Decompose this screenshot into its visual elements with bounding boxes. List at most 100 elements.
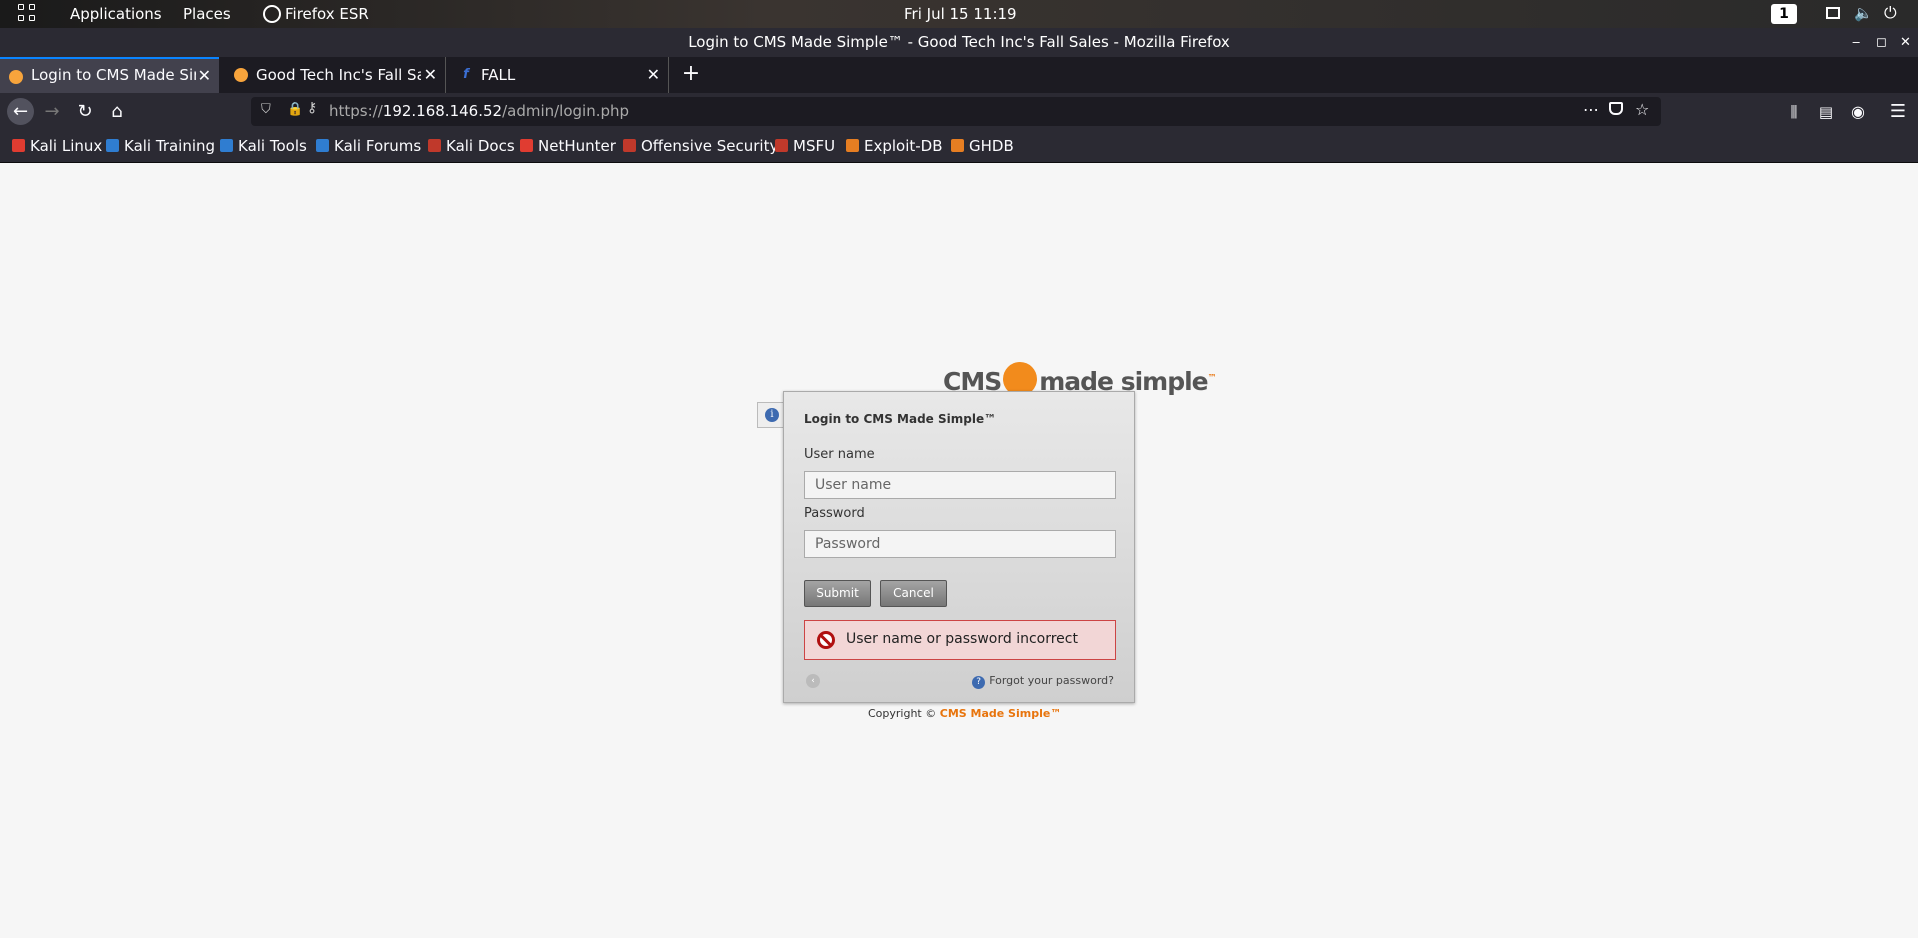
cms-favicon-icon <box>234 68 248 82</box>
power-icon[interactable]: ⏻ <box>1884 3 1897 23</box>
menu-icon[interactable]: ☰ <box>1886 100 1910 124</box>
window-titlebar: Login to CMS Made Simple™ - Good Tech In… <box>0 28 1918 57</box>
tracking-shield-icon[interactable]: ⛉ <box>261 102 271 117</box>
ghdb-icon <box>951 139 964 152</box>
forgot-password-link[interactable]: ? Forgot your password? <box>972 674 1114 689</box>
bookmark-star-icon[interactable]: ☆ <box>1635 100 1649 119</box>
bookmark-kali-training[interactable]: Kali Training <box>106 137 215 155</box>
submit-button[interactable]: Submit <box>804 580 871 607</box>
window-title: Login to CMS Made Simple™ - Good Tech In… <box>688 33 1230 51</box>
clock[interactable]: Fri Jul 15 11:19 <box>904 5 1017 23</box>
bookmark-label: Kali Tools <box>238 137 307 155</box>
username-label: User name <box>804 447 875 462</box>
close-window-icon[interactable]: ✕ <box>1900 28 1911 57</box>
tab-label: Good Tech Inc's Fall Sales <box>256 66 421 84</box>
info-toggle-button[interactable]: i <box>757 402 785 428</box>
back-button[interactable]: ← <box>7 98 34 125</box>
bookmark-label: Offensive Security <box>641 137 779 155</box>
copyright-brand-link[interactable]: CMS Made Simple™ <box>940 707 1062 720</box>
tab-bar: Login to CMS Made Simple™ ✕ Good Tech In… <box>0 57 1918 93</box>
fedora-favicon-icon: f <box>463 67 469 82</box>
copyright-prefix: Copyright © <box>868 707 940 720</box>
url-scheme: https:// <box>329 102 383 120</box>
forward-button[interactable]: → <box>40 100 64 124</box>
firefox-esr-menu[interactable]: Firefox ESR <box>285 5 369 23</box>
login-panel: Login to CMS Made Simple™ User name Pass… <box>783 391 1135 703</box>
info-icon: i <box>765 408 779 422</box>
home-button[interactable]: ⌂ <box>105 100 129 124</box>
bookmark-label: MSFU <box>793 137 836 155</box>
new-tab-button[interactable]: + <box>679 57 703 93</box>
reload-button[interactable]: ↻ <box>73 100 97 124</box>
kali-docs-icon <box>428 139 441 152</box>
cms-favicon-icon <box>9 70 23 84</box>
bookmark-label: NetHunter <box>538 137 616 155</box>
bookmark-kali-tools[interactable]: Kali Tools <box>220 137 307 155</box>
bookmark-offensive-security[interactable]: Offensive Security <box>623 137 778 155</box>
volume-icon[interactable]: 🔈 <box>1854 4 1873 22</box>
bookmark-kali-docs[interactable]: Kali Docs <box>428 137 515 155</box>
tab-login[interactable]: Login to CMS Made Simple™ ✕ <box>0 57 219 93</box>
bookmark-label: Kali Training <box>124 137 216 155</box>
kali-icon <box>12 139 25 152</box>
back-to-site-icon[interactable]: ‹ <box>806 674 820 688</box>
bookmark-exploit-db[interactable]: Exploit-DB <box>846 137 943 155</box>
help-icon: ? <box>972 676 986 689</box>
pocket-icon[interactable] <box>1609 102 1623 115</box>
bookmark-label: Exploit-DB <box>864 137 943 155</box>
sidebar-icon[interactable]: ▤ <box>1814 100 1838 124</box>
page-actions-icon[interactable]: ⋯ <box>1583 100 1599 119</box>
tab-fall[interactable]: f FALL ✕ <box>450 57 669 93</box>
places-menu[interactable]: Places <box>183 5 231 23</box>
bookmark-ghdb[interactable]: GHDB <box>951 137 1014 155</box>
account-icon[interactable]: ◉ <box>1846 100 1870 124</box>
library-icon[interactable]: ⫼ <box>1782 100 1806 124</box>
kali-training-icon <box>106 139 119 152</box>
close-tab-icon[interactable]: ✕ <box>647 57 660 93</box>
tab-label: Login to CMS Made Simple™ <box>31 66 196 84</box>
bookmark-nethunter[interactable]: NetHunter <box>520 137 616 155</box>
bookmark-msfu[interactable]: MSFU <box>775 137 835 155</box>
key-icon[interactable]: ⚷ <box>307 100 317 116</box>
bookmark-label: GHDB <box>969 137 1014 155</box>
close-tab-icon[interactable]: ✕ <box>198 59 211 92</box>
forgot-password-text: Forgot your password? <box>989 674 1114 687</box>
password-label: Password <box>804 506 865 521</box>
url-text[interactable]: https://192.168.146.52/admin/login.php <box>329 102 629 120</box>
nethunter-icon <box>520 139 533 152</box>
navigation-toolbar: ← → ↻ ⌂ ⛉ 🔒 ⚷ https://192.168.146.52/adm… <box>0 93 1918 131</box>
kali-tools-icon <box>220 139 233 152</box>
tab-label: FALL <box>481 66 516 84</box>
app-grid-icon[interactable] <box>18 4 38 24</box>
address-bar[interactable]: ⛉ 🔒 ⚷ https://192.168.146.52/admin/login… <box>251 97 1661 126</box>
username-field[interactable] <box>804 471 1116 499</box>
firefox-icon <box>263 5 281 23</box>
offsec-icon <box>623 139 636 152</box>
exploit-db-icon <box>846 139 859 152</box>
url-host: 192.168.146.52 <box>382 102 503 120</box>
logo-tm: ™ <box>1207 373 1217 384</box>
applications-menu[interactable]: Applications <box>70 5 162 23</box>
minimize-icon[interactable]: ‒ <box>1852 28 1860 57</box>
cancel-button[interactable]: Cancel <box>880 580 947 607</box>
bookmarks-toolbar: Kali Linux Kali Training Kali Tools Kali… <box>0 131 1918 163</box>
bookmark-kali-linux[interactable]: Kali Linux <box>12 137 102 155</box>
insecure-lock-icon[interactable]: 🔒 <box>287 102 303 117</box>
close-tab-icon[interactable]: ✕ <box>424 57 437 93</box>
error-icon <box>817 631 835 649</box>
workspace-indicator[interactable]: 1 <box>1771 4 1797 24</box>
login-heading: Login to CMS Made Simple™ <box>804 412 997 426</box>
os-top-bar: Applications Places Firefox ESR Fri Jul … <box>0 0 1918 28</box>
kali-forums-icon <box>316 139 329 152</box>
bookmark-label: Kali Linux <box>30 137 103 155</box>
bookmark-kali-forums[interactable]: Kali Forums <box>316 137 421 155</box>
tab-fall-sales[interactable]: Good Tech Inc's Fall Sales ✕ <box>225 57 446 93</box>
maximize-icon[interactable]: ◻ <box>1876 28 1887 57</box>
copyright-footer: Copyright © CMS Made Simple™ <box>868 707 1061 720</box>
bookmark-label: Kali Docs <box>446 137 515 155</box>
error-text: User name or password incorrect <box>846 631 1078 647</box>
msfu-icon <box>775 139 788 152</box>
password-field[interactable] <box>804 530 1116 558</box>
display-icon[interactable] <box>1826 7 1840 19</box>
bookmark-label: Kali Forums <box>334 137 422 155</box>
